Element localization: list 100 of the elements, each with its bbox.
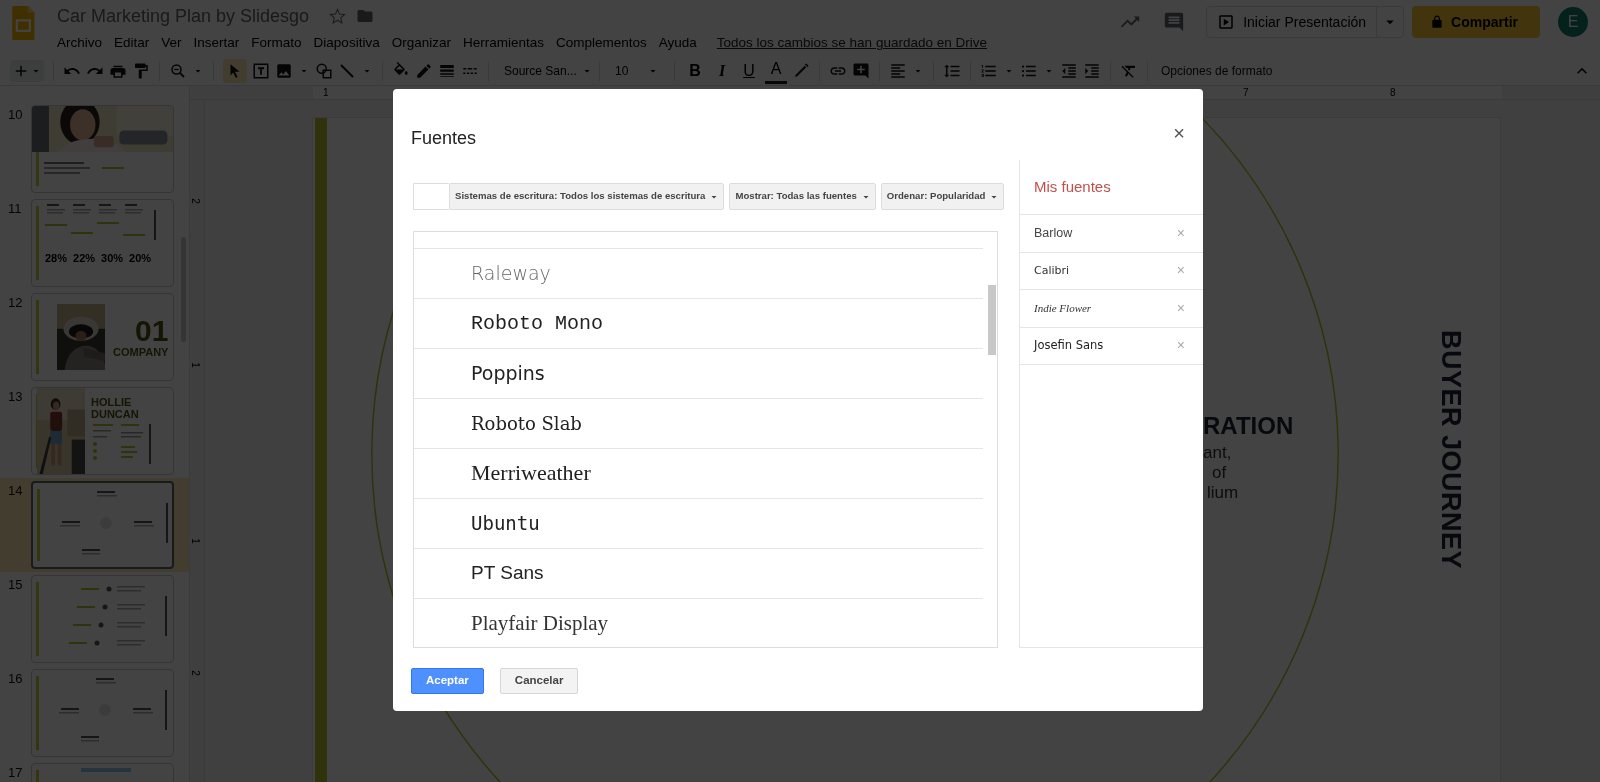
thumbnail-text: DUNCAN <box>91 408 140 421</box>
align-left-icon[interactable] <box>889 61 907 80</box>
select-tool-button[interactable] <box>223 58 247 83</box>
italic-button[interactable]: I <box>711 58 733 83</box>
menu-item[interactable]: Organizar <box>391 33 451 54</box>
font-dropdown[interactable]: Source San... <box>498 60 590 81</box>
image-icon[interactable] <box>275 61 293 80</box>
play-icon <box>1217 13 1236 31</box>
menu-item[interactable]: Herramientas <box>462 33 544 54</box>
slide-number: 15 <box>8 576 24 594</box>
menu-item[interactable]: Archivo <box>57 33 102 54</box>
thumbnail-text: 20% <box>129 252 152 265</box>
menu-item[interactable]: Editar <box>114 33 150 54</box>
remove-button[interactable]: × <box>1176 297 1185 319</box>
ruler-number: 1 <box>188 538 201 544</box>
slides-logo-icon[interactable] <box>12 6 36 40</box>
close-button[interactable]: × <box>1167 122 1191 144</box>
pen-icon[interactable] <box>415 61 433 80</box>
menu-item[interactable]: Diapositiva <box>313 33 380 54</box>
font-name: Merriweather <box>471 460 591 487</box>
star-icon[interactable] <box>329 7 347 25</box>
folder-icon[interactable] <box>356 7 375 25</box>
font-name: Calibri <box>1034 262 1070 279</box>
font-name: Poppins <box>471 362 545 385</box>
slide-number: 14 <box>8 482 24 500</box>
slide-thumbnail-row[interactable]: 17 <box>0 760 189 782</box>
thumbnail-text: COMPANY <box>113 345 169 359</box>
lock-icon <box>1430 15 1445 29</box>
indent-decrease-icon[interactable] <box>1060 61 1078 80</box>
font-option[interactable]: Merriweather <box>414 449 983 499</box>
slide-thumbnail[interactable] <box>31 669 174 757</box>
ruler-number: 2 <box>188 198 201 204</box>
filter-dropdown[interactable]: Ordenar: Popularidad <box>880 183 1005 210</box>
filter-dropdown[interactable]: Sistemas de escritura: Todos los sistemas de escritura <box>449 183 725 210</box>
panel-title: Mis fuentes <box>1020 160 1203 215</box>
slide-thumbnail[interactable] <box>31 105 174 193</box>
font-name: Roboto Slab <box>471 412 582 435</box>
thumbnail-text: HOLLIE <box>91 396 133 409</box>
slide-thumbnail-row[interactable]: 11 28% 22% 30% 20% <box>0 196 189 290</box>
font-option[interactable]: Roboto Mono <box>414 299 983 349</box>
font-name: Josefin Sans <box>1034 337 1104 355</box>
remove-button[interactable]: × <box>1176 260 1185 282</box>
slide-number: 17 <box>8 764 24 782</box>
font-option[interactable]: Raleway <box>414 249 983 299</box>
menu-item[interactable]: Complementos <box>555 33 647 54</box>
slide-thumbnail-row[interactable]: 14 <box>0 478 189 572</box>
ruler-number: 7 <box>1243 86 1249 100</box>
slide-thumbnail-row[interactable]: 10 <box>0 102 189 196</box>
paint-roller-icon[interactable] <box>132 61 150 80</box>
slide-number: 16 <box>8 670 24 688</box>
slide-thumbnail-row[interactable]: 15 <box>0 572 189 666</box>
new-slide-button[interactable] <box>10 59 44 82</box>
share-button[interactable]: Compartir <box>1412 6 1540 38</box>
slide-thumbnail-row[interactable]: 12 01 COMPANY <box>0 290 189 384</box>
font-name: Ubuntu <box>471 512 540 535</box>
font-option[interactable]: Ubuntu <box>414 499 983 549</box>
remove-button[interactable]: × <box>1176 335 1185 357</box>
cancel-button[interactable]: Cancelar <box>499 668 579 694</box>
slide-heading: RATION <box>1203 414 1294 438</box>
menu-item[interactable]: Ver <box>161 33 182 54</box>
bold-button[interactable]: B <box>684 58 706 83</box>
format-options-button[interactable]: Opciones de formato <box>1161 61 1273 80</box>
slide-thumbnail[interactable]: 01 COMPANY <box>31 293 174 381</box>
highlighter-icon[interactable] <box>792 61 810 80</box>
scrollbar-thumb[interactable] <box>988 285 996 355</box>
remove-button[interactable]: × <box>1176 222 1185 244</box>
filter-dropdown[interactable]: Mostrar: Todas las fuentes <box>729 183 876 210</box>
font-option[interactable]: Roboto Slab <box>414 399 983 449</box>
menu-item[interactable]: Ayuda <box>658 33 697 54</box>
font-option[interactable]: PT Sans <box>414 549 983 599</box>
menu-item[interactable]: Insertar <box>193 33 240 54</box>
comment-icon <box>1163 11 1186 33</box>
zoom-icon[interactable] <box>169 61 187 80</box>
slide-thumbnail-row[interactable]: 13 HOLLIE DUNCAN <box>0 384 189 478</box>
font-size-dropdown[interactable]: 10 <box>609 60 665 81</box>
save-status-link[interactable]: Todos los cambios se han guardado en Drive <box>716 33 987 54</box>
add-comment-icon[interactable] <box>852 61 870 80</box>
slide-number: 13 <box>8 388 24 406</box>
font-name: Roboto Mono <box>471 311 604 336</box>
slide-thumbnail[interactable]: HOLLIE DUNCAN <box>31 387 174 475</box>
text-box-icon[interactable] <box>252 61 270 80</box>
slide-thumbnail[interactable]: 28% 22% 30% 20% <box>31 199 174 287</box>
ruler-number: 1 <box>323 86 329 100</box>
font-name: Raleway <box>471 262 551 285</box>
font-name: Playfair Display <box>471 610 609 637</box>
shapes-icon[interactable] <box>315 61 333 80</box>
thumbnail-text: 01 <box>135 315 169 346</box>
font-option[interactable]: Poppins <box>414 349 983 399</box>
search-field[interactable] <box>413 183 449 210</box>
slide-side-title: BUYER JOURNEY <box>1434 330 1467 570</box>
line-icon[interactable] <box>338 61 356 80</box>
accept-button[interactable]: Aceptar <box>411 668 484 694</box>
indent-increase-icon[interactable] <box>1083 61 1101 80</box>
slide-thumbnail-row[interactable]: 16 <box>0 666 189 760</box>
slide-thumbnail[interactable] <box>31 575 174 663</box>
slide-thumbnail[interactable] <box>31 481 174 569</box>
menu-item[interactable]: Formato <box>251 33 302 54</box>
font-option[interactable]: Playfair Display <box>414 599 983 647</box>
slide-number: 10 <box>8 106 24 124</box>
underline-button[interactable]: U <box>738 58 760 83</box>
